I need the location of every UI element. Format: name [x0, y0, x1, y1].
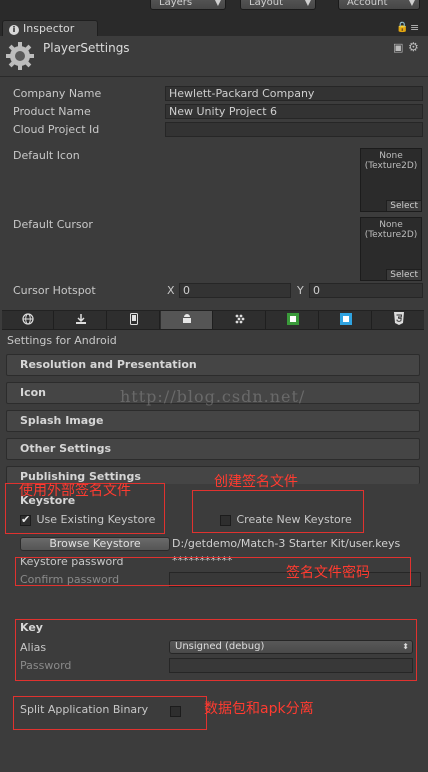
- product-name-field[interactable]: New Unity Project 6: [165, 104, 423, 119]
- default-icon-slot[interactable]: None (Texture2D) Select: [360, 148, 422, 212]
- object-type-text: (Texture2D): [364, 161, 418, 171]
- annotation-keystore-password: 签名文件密码: [286, 565, 370, 581]
- default-icon-label: Default Icon: [13, 149, 80, 162]
- tab-blackberry[interactable]: [214, 311, 266, 329]
- tab-ios[interactable]: [108, 311, 160, 329]
- page-title: PlayerSettings: [43, 41, 130, 55]
- tab-label: Inspector: [23, 22, 75, 35]
- layout-dropdown[interactable]: Layout ▼: [240, 0, 316, 10]
- xbox-icon: [286, 312, 299, 328]
- menu-icon[interactable]: ≡: [410, 21, 419, 34]
- object-none-text: None: [379, 220, 403, 230]
- hotspot-x-label: X: [167, 284, 175, 297]
- layers-label: Layers: [159, 0, 193, 8]
- platform-tabs: [2, 310, 424, 330]
- tab-windows-store[interactable]: [320, 311, 372, 329]
- account-label: Account: [347, 0, 388, 8]
- product-name-label: Product Name: [13, 105, 91, 118]
- object-type-text: (Texture2D): [364, 230, 418, 240]
- gear-icon: [5, 41, 35, 71]
- tab-xbox[interactable]: [267, 311, 319, 329]
- tab-standalone[interactable]: [2, 311, 54, 329]
- tab-webgl[interactable]: [373, 311, 425, 329]
- hotspot-y-field[interactable]: 0: [309, 283, 423, 298]
- cursor-hotspot-label: Cursor Hotspot: [13, 284, 96, 297]
- html5-icon: [393, 312, 405, 328]
- chevron-down-icon: ▼: [304, 0, 311, 7]
- company-name-field[interactable]: Hewlett-Packard Company: [165, 86, 423, 101]
- keystore-path: D:/getdemo/Match-3 Starter Kit/user.keys: [172, 537, 401, 550]
- select-button[interactable]: Select: [386, 200, 421, 211]
- annotation-create-file: 创建签名文件: [214, 474, 298, 490]
- cloud-project-field[interactable]: [165, 122, 423, 137]
- cloud-project-label: Cloud Project Id: [13, 123, 100, 136]
- section-resolution[interactable]: Resolution and Presentation: [6, 354, 420, 376]
- account-dropdown[interactable]: Account ▼: [338, 0, 420, 10]
- annotation-split-apk: 数据包和apk分离: [204, 701, 314, 717]
- default-cursor-label: Default Cursor: [13, 218, 93, 231]
- tab-inspector[interactable]: i Inspector: [2, 20, 98, 36]
- hotspot-y-label: Y: [297, 284, 304, 297]
- lock-icon[interactable]: 🔒: [396, 22, 408, 33]
- select-button[interactable]: Select: [386, 269, 421, 280]
- android-icon: [181, 313, 193, 328]
- default-cursor-slot[interactable]: None (Texture2D) Select: [360, 217, 422, 281]
- chevron-down-icon: ▼: [214, 0, 221, 7]
- divider: [0, 76, 428, 77]
- download-icon: [75, 313, 87, 328]
- watermark-text: http://blog.csdn.net/: [120, 387, 306, 406]
- tab-download[interactable]: [55, 311, 107, 329]
- company-name-label: Company Name: [13, 87, 102, 100]
- hotspot-x-field[interactable]: 0: [179, 283, 291, 298]
- blackberry-icon: [234, 313, 246, 328]
- info-icon: i: [9, 25, 19, 35]
- section-other[interactable]: Other Settings: [6, 438, 420, 460]
- object-none-text: None: [379, 151, 403, 161]
- annotation-box-split: [13, 696, 207, 730]
- browse-keystore-button[interactable]: Browse Keystore: [20, 537, 170, 551]
- annotation-box-create-new: [192, 490, 364, 533]
- annotation-use-external: 使用外部签名文件: [19, 483, 131, 499]
- section-splash[interactable]: Splash Image: [6, 410, 420, 432]
- platform-heading: Settings for Android: [7, 334, 117, 347]
- annotation-box-key: [15, 619, 417, 681]
- layers-dropdown[interactable]: Layers ▼: [150, 0, 226, 10]
- tab-android[interactable]: [161, 311, 213, 329]
- settings-gear-icon[interactable]: ⚙: [408, 40, 419, 54]
- windows-store-icon: [339, 312, 352, 328]
- phone-icon: [129, 312, 138, 328]
- chevron-down-icon: ▼: [408, 0, 415, 7]
- globe-icon: [21, 312, 34, 328]
- book-icon[interactable]: ▣: [393, 41, 403, 54]
- layout-label: Layout: [249, 0, 283, 8]
